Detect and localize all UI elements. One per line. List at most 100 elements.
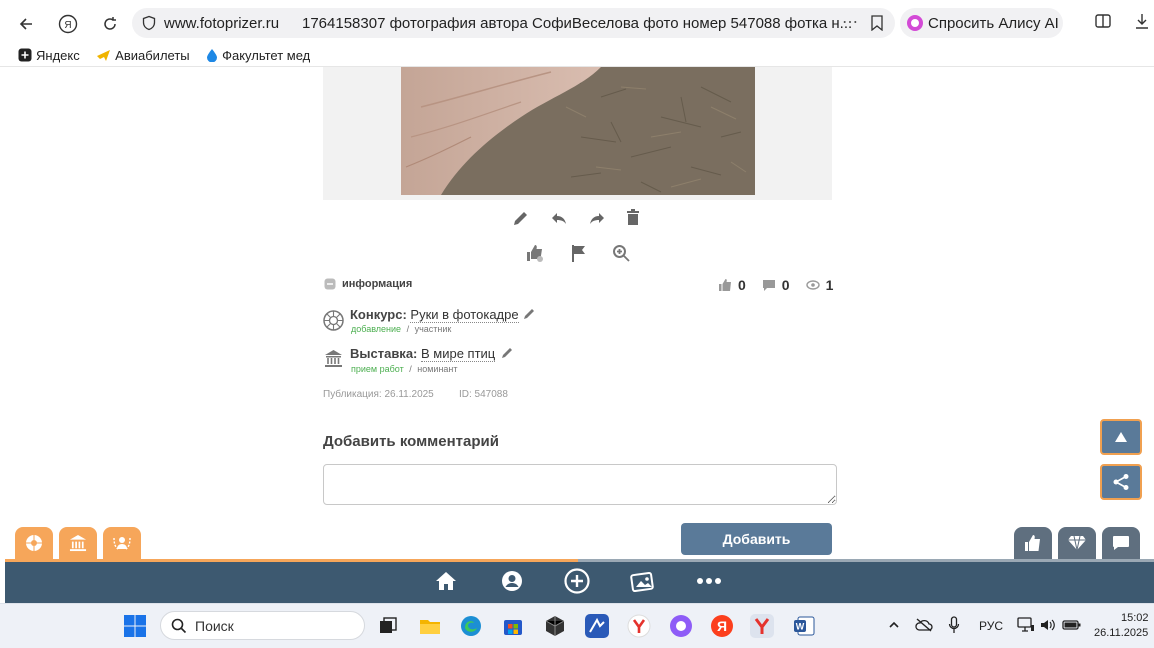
- exhibition-status[interactable]: прием работ: [351, 364, 404, 374]
- bookmark-yandex[interactable]: Яндекс: [18, 44, 80, 66]
- address-bar[interactable]: www.fotoprizer.ru 1764158307 фотография …: [132, 8, 895, 38]
- yandex-browser-icon[interactable]: [627, 614, 651, 638]
- plus-circle-icon: [564, 568, 590, 594]
- comment-textarea[interactable]: [323, 464, 837, 505]
- scroll-top-button[interactable]: [1100, 419, 1142, 455]
- trash-icon[interactable]: [625, 208, 641, 226]
- tab-contests[interactable]: [15, 527, 53, 559]
- nav-gallery[interactable]: [630, 568, 656, 594]
- app-cube-icon[interactable]: [543, 614, 567, 638]
- explorer-icon[interactable]: [418, 614, 442, 638]
- nav-more[interactable]: [696, 568, 722, 594]
- diamond-icon: [1068, 535, 1086, 551]
- svg-text:W: W: [796, 622, 805, 632]
- dots-icon: [697, 578, 721, 584]
- chevron-up-icon[interactable]: [888, 619, 900, 631]
- cloud-off-icon[interactable]: [915, 617, 933, 633]
- museum-icon: [325, 350, 342, 367]
- exhibition-label: Выставка:: [350, 346, 418, 361]
- alice-app-icon[interactable]: [669, 614, 693, 638]
- contest-link[interactable]: Руки в фотокадре: [410, 307, 519, 323]
- like-small-icon: [719, 279, 731, 291]
- windows-start-icon[interactable]: [123, 614, 147, 638]
- yandex-app-icon[interactable]: Я: [710, 614, 734, 638]
- alice-icon: [907, 15, 923, 31]
- aperture-tab-icon: [26, 535, 42, 551]
- nav-accent-line-grey: [578, 559, 1154, 562]
- search-icon: [171, 618, 187, 634]
- edit-icon[interactable]: [512, 209, 530, 227]
- arrow-left-icon: [19, 18, 32, 30]
- network-icon[interactable]: [1017, 617, 1035, 633]
- plane-icon: [97, 50, 111, 61]
- word-icon[interactable]: W: [792, 614, 816, 638]
- bookmarks-bar: Яндекс Авиабилеты Факультет медиа: [0, 44, 310, 66]
- reply-icon[interactable]: [550, 209, 568, 227]
- contest-meta: добавление / участник: [351, 324, 452, 334]
- exhibition-link[interactable]: В мире птиц: [421, 346, 496, 362]
- volume-icon[interactable]: [1040, 617, 1056, 633]
- info-toggle-icon[interactable]: [324, 278, 336, 290]
- tab-exhibitions[interactable]: [59, 527, 97, 559]
- photo-stats: 0 0 1: [718, 277, 833, 293]
- exhibition-meta: прием работ / номинант: [351, 364, 458, 374]
- add-comment-button[interactable]: Добавить: [681, 523, 832, 555]
- drop-icon: [207, 49, 218, 62]
- url-page-title: 1764158307 фотография автора СофиВеселов…: [302, 15, 853, 32]
- photo-image[interactable]: [401, 67, 755, 195]
- chat-icon: [1113, 536, 1129, 550]
- user-circle-icon: [502, 571, 522, 591]
- nav-profile[interactable]: [499, 568, 525, 594]
- microphone-icon[interactable]: [948, 616, 960, 634]
- plus-square-icon: [18, 48, 32, 62]
- photo-id: ID: 547088: [459, 389, 508, 400]
- svg-text:Я: Я: [717, 618, 727, 634]
- nav-home[interactable]: [433, 568, 459, 594]
- language-indicator[interactable]: РУС: [979, 619, 1003, 633]
- zoom-icon[interactable]: [612, 244, 630, 262]
- contest-label: Конкурс:: [350, 307, 407, 322]
- taskbar-search[interactable]: Поиск: [160, 611, 365, 640]
- exhibition-edit-icon[interactable]: [501, 345, 515, 359]
- contest-edit-icon[interactable]: [523, 306, 537, 320]
- people-laurel-icon: [113, 537, 131, 550]
- pictures-icon: [630, 571, 654, 592]
- reader-icon[interactable]: [1094, 12, 1112, 30]
- museum-tab-icon: [69, 534, 87, 552]
- task-view-icon[interactable]: [376, 614, 400, 638]
- url-domain: www.fotoprizer.ru: [164, 15, 280, 32]
- download-icon[interactable]: [1134, 12, 1150, 30]
- contest-status[interactable]: добавление: [351, 324, 401, 334]
- battery-icon[interactable]: [1062, 618, 1082, 632]
- comment-small-icon: [762, 280, 775, 291]
- tab-messages[interactable]: [1102, 527, 1140, 559]
- alice-button[interactable]: Спросить Алису AI: [900, 8, 1063, 38]
- yandex-home-button[interactable]: Я: [56, 12, 80, 36]
- reload-button[interactable]: [98, 12, 122, 36]
- tab-likes[interactable]: [1014, 527, 1052, 559]
- bookmark-media[interactable]: Факультет медиа: [206, 44, 310, 66]
- forward-icon[interactable]: [588, 209, 606, 227]
- yandex-circle-icon: Я: [58, 14, 78, 34]
- app-blue-icon[interactable]: [585, 614, 609, 638]
- exhibition-line: Выставка: В мире птиц: [350, 346, 496, 362]
- comment-title: Добавить комментарий: [323, 433, 499, 450]
- back-button[interactable]: [14, 12, 38, 36]
- share-button[interactable]: [1100, 464, 1142, 500]
- yandex-browser-active-icon[interactable]: [750, 614, 774, 638]
- tab-community[interactable]: [103, 527, 141, 559]
- like-icon[interactable]: [525, 243, 545, 263]
- bookmark-avia[interactable]: Авиабилеты: [96, 44, 190, 66]
- triangle-up-icon: [1115, 432, 1127, 442]
- home-icon: [436, 572, 456, 590]
- nav-add[interactable]: [564, 568, 590, 594]
- clock-time[interactable]: 15:02: [1121, 612, 1149, 624]
- more-icon[interactable]: ⋯: [842, 12, 858, 32]
- info-section-label[interactable]: информация: [342, 278, 412, 290]
- flag-icon[interactable]: [570, 244, 588, 262]
- tab-premium[interactable]: [1058, 527, 1096, 559]
- clock-date[interactable]: 26.11.2025: [1094, 627, 1148, 639]
- edge-icon[interactable]: [459, 614, 483, 638]
- store-icon[interactable]: [501, 614, 525, 638]
- exhibition-role: номинант: [417, 364, 458, 374]
